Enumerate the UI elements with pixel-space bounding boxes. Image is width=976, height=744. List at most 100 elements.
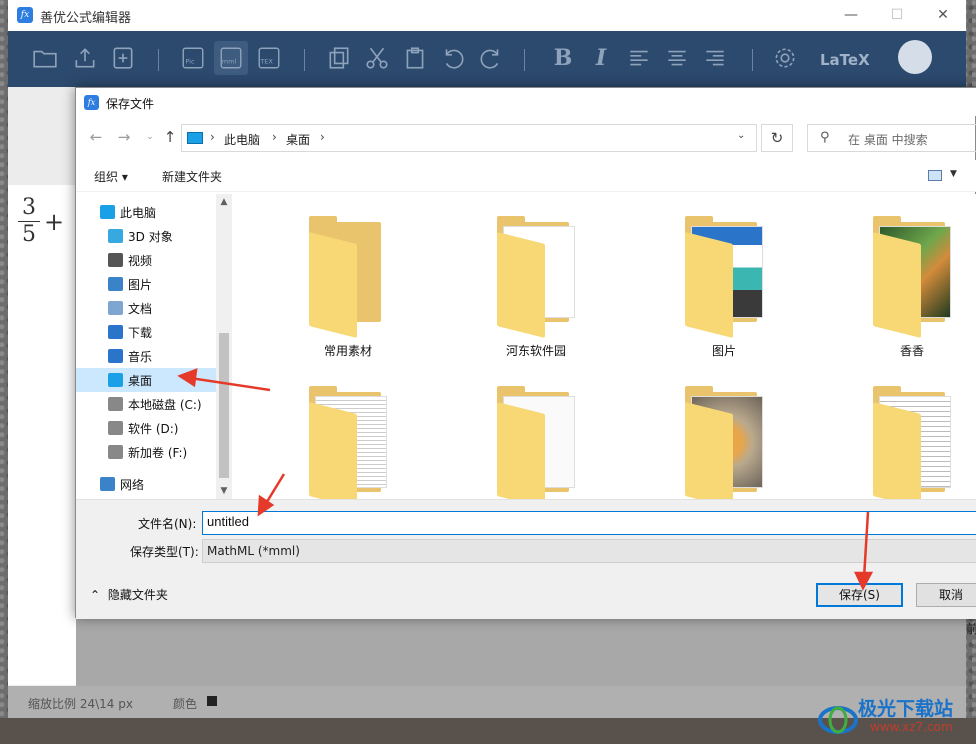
folder-item[interactable] bbox=[649, 374, 799, 499]
paste-icon[interactable] bbox=[398, 41, 432, 75]
sidebar-item[interactable]: 新加卷 (F:) bbox=[76, 440, 216, 464]
scrollbar-thumb[interactable] bbox=[219, 333, 229, 478]
close-button[interactable]: ✕ bbox=[920, 0, 966, 31]
sidebar-item-label: 网络 bbox=[120, 478, 145, 492]
back-button[interactable]: ← bbox=[86, 126, 106, 148]
sidebar-item[interactable]: 本地磁盘 (C:) bbox=[76, 392, 216, 416]
forward-button[interactable]: → bbox=[114, 126, 134, 148]
upload-icon[interactable] bbox=[68, 41, 102, 75]
hide-folders-toggle[interactable]: ⌃ 隐藏文件夹 bbox=[90, 586, 168, 603]
search-icon: ⚲ bbox=[820, 130, 830, 145]
search-input[interactable]: ⚲ 在 桌面 中搜索 bbox=[807, 124, 976, 152]
folder-icon bbox=[309, 402, 357, 499]
color-swatch[interactable] bbox=[207, 696, 217, 706]
chevron-down-icon[interactable]: ⌄ bbox=[737, 130, 745, 141]
copy-icon[interactable] bbox=[322, 41, 356, 75]
gear-icon[interactable] bbox=[768, 41, 802, 75]
app-logo-icon: fx bbox=[17, 7, 33, 23]
sidebar-item[interactable]: 视频 bbox=[76, 248, 216, 272]
sidebar-item[interactable]: 音乐 bbox=[76, 344, 216, 368]
italic-icon[interactable]: I bbox=[584, 41, 618, 75]
align-right-icon[interactable] bbox=[698, 41, 732, 75]
sidebar-item[interactable]: 网络 bbox=[76, 472, 216, 496]
redo-icon[interactable] bbox=[474, 41, 508, 75]
scroll-down-arrow[interactable]: ▼ bbox=[216, 483, 232, 499]
folder-name: 图片 bbox=[711, 344, 736, 358]
folder-item[interactable]: 图片 bbox=[649, 204, 799, 369]
sidebar-item-label: 本地磁盘 (C:) bbox=[128, 398, 202, 412]
formula-fraction: 35 bbox=[18, 195, 40, 247]
filename-input[interactable]: untitled bbox=[202, 511, 976, 535]
organize-menu[interactable]: 组织 ▾ bbox=[94, 168, 128, 185]
sidebar-item[interactable]: 软件 (D:) bbox=[76, 416, 216, 440]
dialog-title: 保存文件 bbox=[106, 97, 155, 111]
drive-icon bbox=[108, 445, 123, 459]
hide-folders-label: 隐藏文件夹 bbox=[107, 588, 168, 602]
folder-item[interactable] bbox=[273, 374, 423, 499]
save-button[interactable]: 保存(S) bbox=[816, 583, 903, 607]
document-icon bbox=[108, 301, 123, 315]
minimize-button[interactable]: — bbox=[828, 0, 874, 31]
sidebar-item-label: 此电脑 bbox=[120, 206, 157, 220]
watermark-text: 极光下载站 bbox=[858, 698, 954, 720]
sidebar-item[interactable]: 桌面 bbox=[76, 368, 216, 392]
cut-icon[interactable] bbox=[360, 41, 394, 75]
export-tex-icon[interactable]: TEX bbox=[252, 41, 286, 75]
sidebar-item[interactable]: 此电脑 bbox=[76, 200, 216, 224]
folder-item[interactable] bbox=[837, 374, 976, 499]
folder-item[interactable] bbox=[461, 374, 611, 499]
music-icon bbox=[108, 349, 123, 363]
undo-icon[interactable] bbox=[436, 41, 470, 75]
chevron-down-icon[interactable]: ▼ bbox=[950, 169, 957, 179]
align-center-icon[interactable] bbox=[660, 41, 694, 75]
folder-name: 河东软件园 bbox=[505, 344, 566, 358]
breadcrumb-this-pc[interactable]: 此电脑 bbox=[224, 131, 260, 148]
svg-text:Pic: Pic bbox=[185, 57, 195, 65]
latex-button[interactable]: LaTeX bbox=[820, 51, 870, 69]
sidebar-item[interactable]: 3D 对象 bbox=[76, 224, 216, 248]
export-pic-icon[interactable]: Pic bbox=[176, 41, 210, 75]
command-bar: 组织 ▾ 新建文件夹 bbox=[76, 160, 976, 192]
breadcrumb-desktop[interactable]: 桌面 bbox=[286, 131, 310, 148]
sidebar-item-label: 下载 bbox=[128, 326, 153, 340]
sidebar-item[interactable]: 下载 bbox=[76, 320, 216, 344]
file-list: 常用素材 河东软件园 图片 香香 bbox=[233, 194, 976, 499]
folder-icon bbox=[685, 232, 733, 338]
folder-item[interactable]: 河东软件园 bbox=[461, 204, 611, 369]
filetype-select[interactable]: MathML (*mml) bbox=[202, 539, 976, 563]
network-icon bbox=[100, 477, 115, 491]
export-mml-icon[interactable]: mml bbox=[214, 41, 248, 75]
filetype-label: 保存类型(T): bbox=[130, 545, 199, 559]
picture-icon bbox=[108, 277, 123, 291]
desktop-icon bbox=[108, 373, 123, 387]
scroll-up-arrow[interactable]: ▲ bbox=[216, 194, 232, 210]
save-form: 文件名(N): untitled 保存类型(T): MathML (*mml) … bbox=[76, 499, 976, 619]
sidebar-item[interactable]: 文档 bbox=[76, 296, 216, 320]
folder-item[interactable]: 常用素材 bbox=[273, 204, 423, 369]
address-bar[interactable]: › 此电脑 › 桌面 › ⌄ bbox=[181, 124, 757, 152]
desktop-location-icon bbox=[187, 132, 203, 144]
sidebar-item-label: 新加卷 (F:) bbox=[128, 446, 188, 460]
view-options-icon[interactable] bbox=[928, 170, 942, 181]
refresh-button[interactable]: ↻ bbox=[761, 124, 793, 152]
sidebar-item[interactable]: 图片 bbox=[76, 272, 216, 296]
color-status: 颜色 bbox=[173, 697, 198, 711]
video-icon bbox=[108, 253, 123, 267]
new-folder-button[interactable]: 新建文件夹 bbox=[162, 168, 222, 185]
up-button[interactable]: ↑ bbox=[160, 126, 180, 148]
maximize-button[interactable]: ☐ bbox=[874, 0, 920, 31]
folder-icon bbox=[497, 402, 545, 499]
open-folder-icon[interactable] bbox=[28, 41, 62, 75]
folder-name: 常用素材 bbox=[323, 344, 372, 358]
computer-icon bbox=[100, 205, 115, 219]
bold-icon[interactable]: B bbox=[546, 41, 580, 75]
sidebar-item-label: 音乐 bbox=[128, 350, 153, 364]
folder-icon bbox=[873, 232, 921, 338]
new-file-icon[interactable] bbox=[106, 41, 140, 75]
formula-canvas[interactable] bbox=[8, 185, 76, 685]
recent-locations-button[interactable]: ⌄ bbox=[140, 126, 160, 148]
align-left-icon[interactable] bbox=[622, 41, 656, 75]
sidebar-item-label: 桌面 bbox=[128, 374, 153, 388]
cancel-button[interactable]: 取消 bbox=[916, 583, 976, 607]
folder-item[interactable]: 香香 bbox=[837, 204, 976, 369]
